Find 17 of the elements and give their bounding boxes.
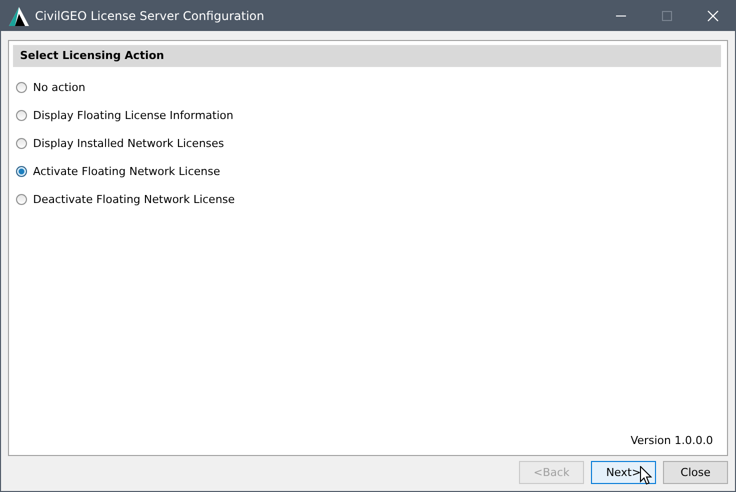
window-title: CivilGEO License Server Configuration <box>35 8 264 22</box>
radio-option[interactable]: Activate Floating Network License <box>13 157 220 185</box>
radio-option[interactable]: No action <box>13 73 86 101</box>
radio-button[interactable] <box>16 138 27 148</box>
radio-button[interactable] <box>16 82 27 92</box>
version-label: Version 1.0.0.0 <box>630 434 713 447</box>
dialog-button[interactable]: Close <box>663 461 728 484</box>
radio-button[interactable] <box>16 110 27 120</box>
section-header: Select Licensing Action <box>13 45 721 67</box>
logo-icon <box>9 6 29 26</box>
mouse-cursor-icon <box>640 466 652 485</box>
radio-button[interactable] <box>16 166 27 176</box>
dialog-button[interactable]: Next> <box>591 461 656 484</box>
radio-option[interactable]: Display Installed Network Licenses <box>13 129 224 157</box>
radio-button[interactable] <box>16 194 27 204</box>
radio-option[interactable]: Deactivate Floating Network License <box>13 185 235 213</box>
radio-option[interactable]: Display Floating License Information <box>13 101 234 129</box>
